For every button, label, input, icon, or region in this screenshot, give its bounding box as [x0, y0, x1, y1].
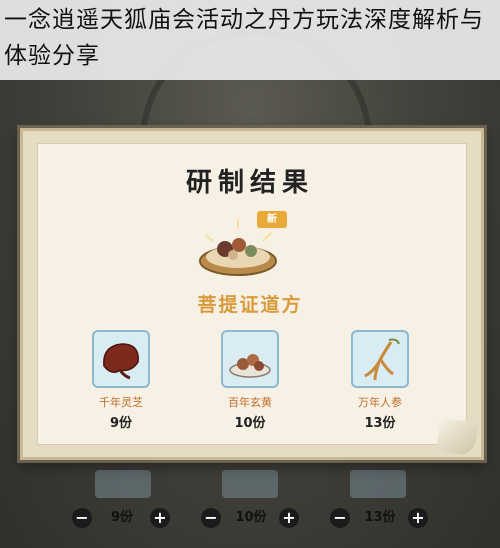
selector-slot-3: [350, 470, 406, 498]
recipe-name: 菩提证道方: [197, 294, 303, 316]
lingzhi-icon: [103, 343, 139, 380]
plus-button[interactable]: +: [150, 508, 170, 528]
quantity-stepper-2: − 10份 +: [201, 508, 301, 530]
ingredient-qty: 9份: [109, 416, 133, 431]
ingredient-item[interactable]: 百年玄黄 10份: [215, 330, 285, 431]
xuanhuang-icon: [229, 354, 271, 378]
quantity-value: 13份: [364, 510, 396, 525]
plus-button[interactable]: +: [279, 508, 299, 528]
ingredient-name: 万年人参: [358, 396, 402, 409]
plus-button[interactable]: +: [408, 508, 428, 528]
minus-button[interactable]: −: [201, 508, 221, 528]
ingredient-item[interactable]: 千年灵芝 9份: [86, 330, 156, 431]
dialog-title: 研制结果: [185, 168, 314, 198]
selector-slot-2: [222, 470, 278, 498]
ginseng-icon: [364, 338, 400, 381]
quantity-value: 9份: [110, 510, 134, 525]
minus-button[interactable]: −: [330, 508, 350, 528]
ingredient-name: 百年玄黄: [228, 396, 272, 409]
ingredient-name: 千年灵芝: [99, 396, 143, 409]
article-title: 一念逍遥天狐庙会活动之丹方玩法深度解析与体验分享: [4, 7, 484, 69]
new-badge: 新: [257, 211, 287, 228]
selector-slot-1: [95, 470, 151, 498]
minus-button[interactable]: −: [72, 508, 92, 528]
quantity-stepper-3: − 13份 +: [330, 508, 430, 530]
ingredient-qty: 13份: [364, 416, 396, 431]
ingredient-icon-box: [92, 330, 150, 388]
quantity-stepper-1: − 9份 +: [72, 508, 172, 530]
ingredient-icon-box: [221, 330, 279, 388]
ingredient-qty: 10份: [234, 416, 266, 431]
ingredient-icon-box: [351, 330, 409, 388]
ingredient-item[interactable]: 万年人参 13份: [345, 330, 415, 431]
article-title-bar: 一念逍遥天狐庙会活动之丹方玩法深度解析与体验分享: [0, 0, 500, 80]
quantity-value: 10份: [235, 510, 267, 525]
